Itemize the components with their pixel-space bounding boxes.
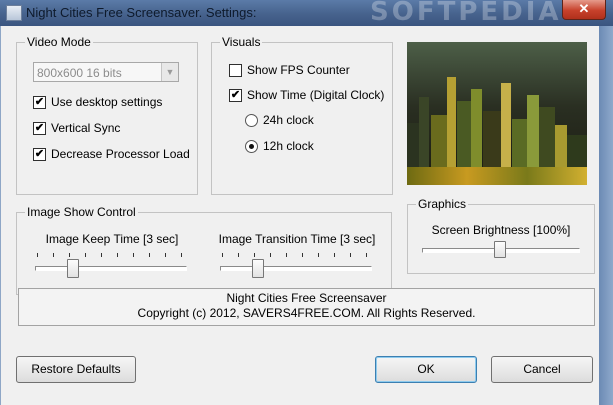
restore-defaults-button[interactable]: Restore Defaults <box>16 356 136 383</box>
fps-checkbox[interactable] <box>229 64 242 77</box>
title-bar[interactable]: Night Cities Free Screensaver. Settings:… <box>0 0 613 27</box>
keep-time-thumb[interactable] <box>67 259 79 278</box>
image-show-group: Image Show Control Image Keep Time [3 se… <box>16 205 392 295</box>
processor-label: Decrease Processor Load <box>51 147 190 161</box>
preview-image <box>407 42 587 185</box>
image-show-legend: Image Show Control <box>25 205 138 219</box>
product-name: Night Cities Free Screensaver <box>226 291 387 305</box>
vsync-checkbox[interactable]: ✔ <box>33 122 46 135</box>
chevron-down-icon[interactable]: ▼ <box>161 63 178 81</box>
processor-checkbox[interactable]: ✔ <box>33 148 46 161</box>
window-frame-right <box>599 26 613 405</box>
vsync-label: Vertical Sync <box>51 121 121 135</box>
resolution-value: 800x600 16 bits <box>37 66 122 80</box>
fps-label: Show FPS Counter <box>247 63 350 77</box>
copyright-text: Copyright (c) 2012, SAVERS4FREE.COM. All… <box>137 306 476 320</box>
ok-button[interactable]: OK <box>375 356 477 383</box>
resolution-select[interactable]: 800x600 16 bits ▼ <box>33 62 179 82</box>
keep-time-slider[interactable] <box>35 253 189 278</box>
show-time-label: Show Time (Digital Clock) <box>247 88 385 102</box>
clock-24h-radio[interactable] <box>245 114 258 127</box>
clock-12h-label: 12h clock <box>263 139 314 153</box>
video-mode-group: Video Mode 800x600 16 bits ▼ ✔ Use deskt… <box>16 35 198 195</box>
use-desktop-label: Use desktop settings <box>51 95 163 109</box>
close-button[interactable]: ✕ <box>562 0 606 20</box>
settings-window: Night Cities Free Screensaver. Settings:… <box>0 0 613 405</box>
brightness-slider[interactable] <box>422 241 582 263</box>
keep-time-label: Image Keep Time [3 sec] <box>45 232 179 246</box>
cancel-button[interactable]: Cancel <box>491 356 593 383</box>
clock-12h-radio[interactable] <box>245 140 258 153</box>
transition-time-slider[interactable] <box>220 253 374 278</box>
window-title: Night Cities Free Screensaver. Settings: <box>26 5 257 20</box>
copyright-panel: Night Cities Free Screensaver Copyright … <box>18 288 595 326</box>
dialog-client-area: Video Mode 800x600 16 bits ▼ ✔ Use deskt… <box>0 26 599 405</box>
show-time-checkbox[interactable]: ✔ <box>229 89 242 102</box>
transition-time-label: Image Transition Time [3 sec] <box>218 232 376 246</box>
use-desktop-checkbox[interactable]: ✔ <box>33 96 46 109</box>
video-mode-legend: Video Mode <box>25 35 93 49</box>
brightness-thumb[interactable] <box>494 241 506 258</box>
graphics-group: Graphics Screen Brightness [100%] <box>407 197 595 274</box>
graphics-legend: Graphics <box>416 197 469 211</box>
visuals-legend: Visuals <box>220 35 263 49</box>
clock-24h-label: 24h clock <box>263 113 314 127</box>
softpedia-watermark: SOFTPEDIA <box>370 0 562 27</box>
app-icon <box>6 5 22 21</box>
transition-time-thumb[interactable] <box>252 259 264 278</box>
visuals-group: Visuals Show FPS Counter ✔ Show Time (Di… <box>211 35 393 195</box>
brightness-label: Screen Brightness [100%] <box>431 223 571 237</box>
